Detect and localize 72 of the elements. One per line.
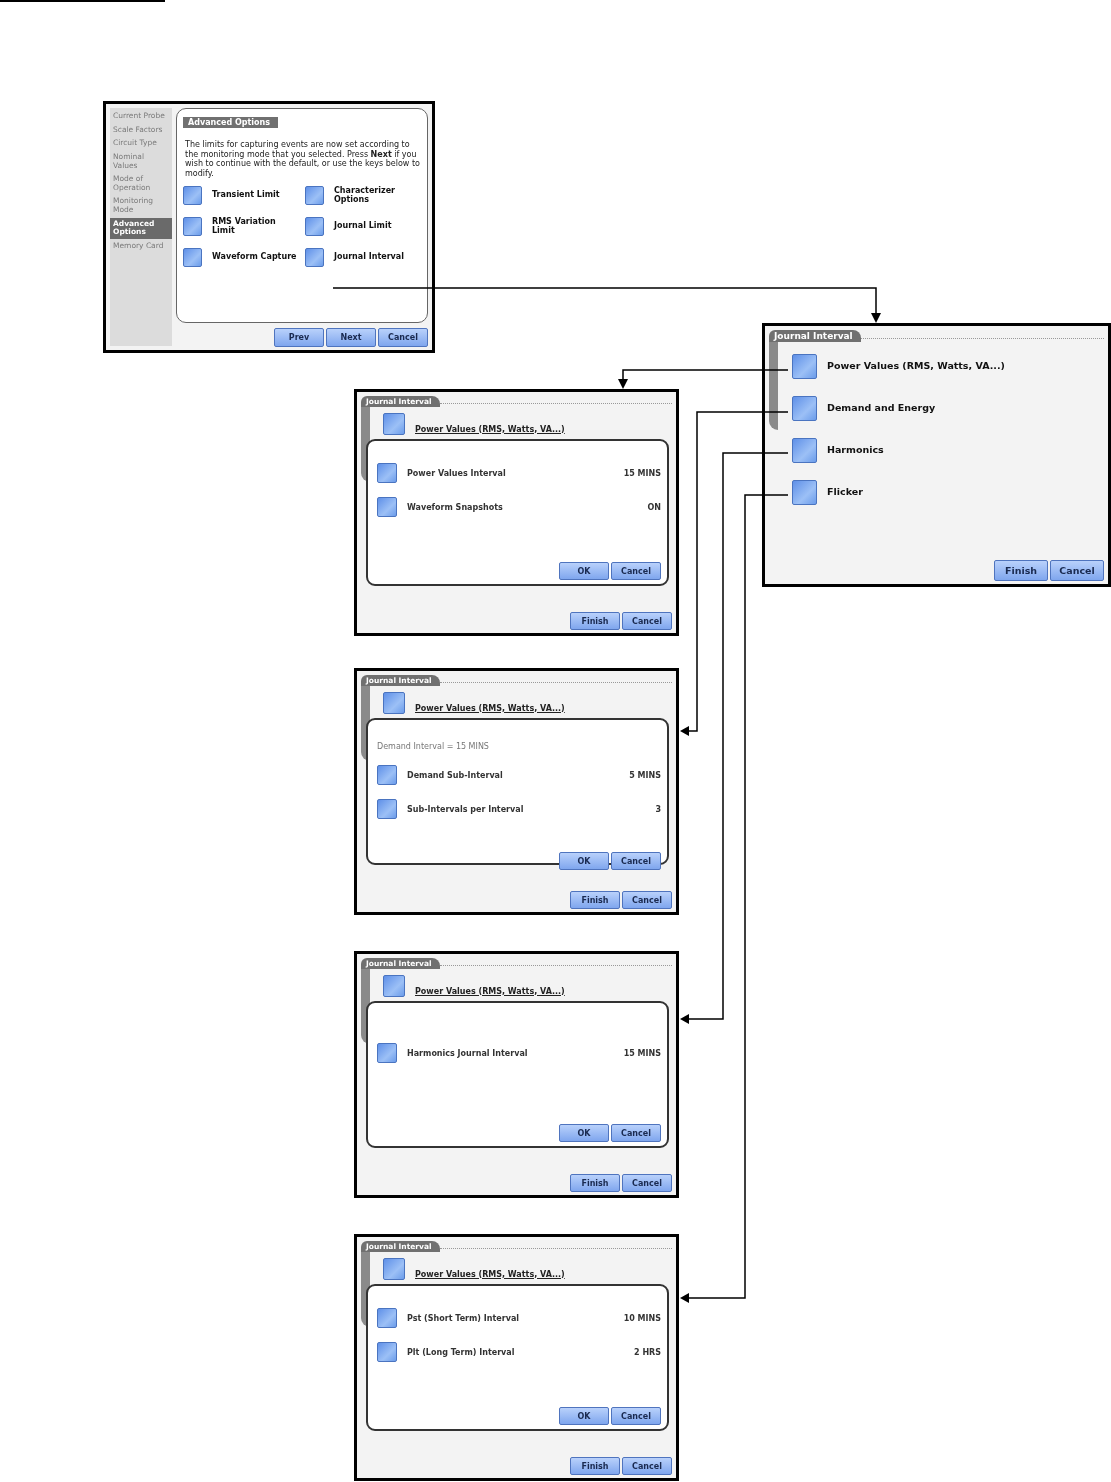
key-icon bbox=[792, 480, 817, 505]
nav-button[interactable]: Finish bbox=[570, 1457, 620, 1475]
key-icon bbox=[792, 438, 817, 463]
key-icon[interactable] bbox=[377, 765, 397, 785]
key-icon bbox=[792, 396, 817, 421]
dialog-button[interactable]: OK bbox=[559, 1124, 609, 1142]
nav-button[interactable]: Cancel bbox=[1050, 560, 1104, 581]
key-icon[interactable] bbox=[377, 1043, 397, 1063]
option-button[interactable]: Demand and Energy bbox=[792, 396, 1005, 421]
key-icon bbox=[183, 248, 202, 268]
option-label: Power Values (RMS, Watts, VA...) bbox=[415, 1269, 565, 1279]
setting-value: ON bbox=[647, 502, 661, 512]
setting-value: 10 MINS bbox=[623, 1313, 661, 1323]
setting-label: Sub-Intervals per Interval bbox=[407, 804, 525, 814]
option-button[interactable]: Flicker bbox=[792, 480, 1005, 505]
nav-button[interactable]: Finish bbox=[570, 891, 620, 909]
setting-value: 15 MINS bbox=[623, 1048, 661, 1058]
key-icon bbox=[792, 354, 817, 379]
option-button[interactable]: Characterizer Options bbox=[305, 186, 421, 206]
dialog-button[interactable]: OK bbox=[559, 1407, 609, 1425]
key-icon bbox=[383, 692, 405, 714]
setting-label: Plt (Long Term) Interval bbox=[407, 1347, 516, 1357]
key-icon bbox=[383, 413, 405, 435]
option-button[interactable]: Waveform Capture bbox=[183, 248, 299, 268]
dialog-button[interactable]: Cancel bbox=[611, 1407, 661, 1425]
key-icon[interactable] bbox=[377, 463, 397, 483]
setting-label: Pst (Short Term) Interval bbox=[407, 1313, 521, 1323]
option-button[interactable]: Power Values (RMS, Watts, VA...) bbox=[792, 354, 1005, 379]
nav-button[interactable]: Finish bbox=[570, 612, 620, 630]
option-button[interactable]: Journal Interval bbox=[305, 248, 421, 268]
key-icon bbox=[305, 248, 324, 268]
option-button[interactable]: RMS Variation Limit bbox=[183, 217, 299, 237]
key-icon bbox=[305, 217, 324, 237]
option-label: Power Values (RMS, Watts, VA...) bbox=[415, 703, 565, 713]
instruction-text: The limits for capturing events are now set according to the monitoring mode that you selected. Press Next if you wish to continue with the default, or use the keys below to modify. bbox=[185, 140, 421, 179]
nav-button[interactable]: Finish bbox=[570, 1174, 620, 1192]
note-text: Demand Interval = 15 MINS bbox=[377, 742, 490, 751]
dialog-button[interactable]: OK bbox=[559, 562, 609, 580]
nav-button[interactable]: Cancel bbox=[622, 1174, 672, 1192]
nav-button[interactable]: Finish bbox=[994, 560, 1048, 581]
setting-value: 3 bbox=[655, 804, 661, 814]
setting-label: Power Values Interval bbox=[407, 468, 507, 478]
nav-button[interactable]: Prev bbox=[274, 328, 324, 347]
nav-button[interactable]: Cancel bbox=[622, 891, 672, 909]
key-icon[interactable] bbox=[377, 1308, 397, 1328]
setting-label: Demand Sub-Interval bbox=[407, 770, 504, 780]
key-icon[interactable] bbox=[377, 497, 397, 517]
key-icon bbox=[183, 217, 202, 237]
key-icon[interactable] bbox=[377, 799, 397, 819]
key-icon bbox=[305, 186, 324, 206]
nav-button[interactable]: Cancel bbox=[622, 1457, 672, 1475]
setting-value: 5 MINS bbox=[629, 770, 661, 780]
option-label: Power Values (RMS, Watts, VA...) bbox=[415, 986, 565, 996]
key-icon bbox=[383, 975, 405, 997]
dialog-button[interactable]: Cancel bbox=[611, 852, 661, 870]
option-label: Power Values (RMS, Watts, VA...) bbox=[415, 424, 565, 434]
option-button[interactable]: Transient Limit bbox=[183, 186, 299, 206]
nav-button[interactable]: Cancel bbox=[378, 328, 428, 347]
setting-label: Waveform Snapshots bbox=[407, 502, 504, 512]
key-icon bbox=[383, 1258, 405, 1280]
option-button[interactable]: Harmonics bbox=[792, 438, 1005, 463]
key-icon bbox=[183, 186, 202, 206]
dialog-button[interactable]: Cancel bbox=[611, 562, 661, 580]
setting-label: Harmonics Journal Interval bbox=[407, 1048, 529, 1058]
nav-button[interactable]: Next bbox=[326, 328, 376, 347]
dialog-button[interactable]: Cancel bbox=[611, 1124, 661, 1142]
nav-button[interactable]: Cancel bbox=[622, 612, 672, 630]
key-icon[interactable] bbox=[377, 1342, 397, 1362]
setting-value: 2 HRS bbox=[634, 1347, 661, 1357]
setting-value: 15 MINS bbox=[623, 468, 661, 478]
option-button[interactable]: Journal Limit bbox=[305, 217, 421, 237]
dialog-button[interactable]: OK bbox=[559, 852, 609, 870]
